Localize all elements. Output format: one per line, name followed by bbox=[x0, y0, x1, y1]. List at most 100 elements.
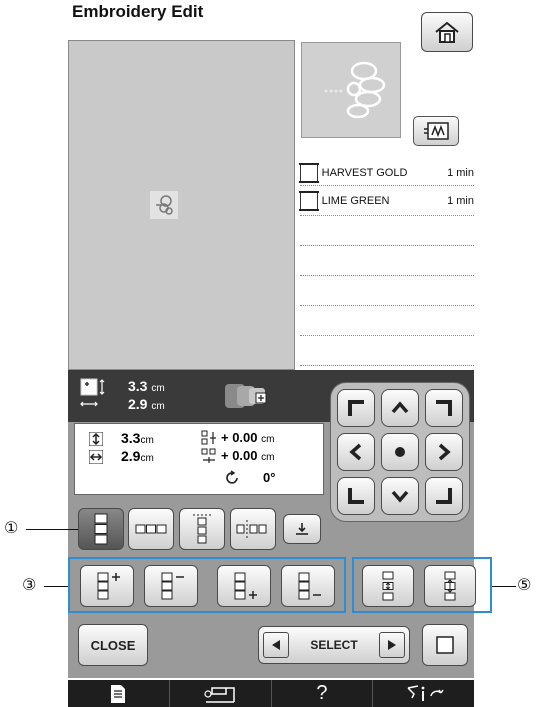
arrow-up-icon bbox=[391, 401, 409, 414]
center-dot-icon bbox=[395, 447, 405, 457]
thread-spool-icon bbox=[299, 190, 319, 211]
spacing-plus-icon bbox=[97, 572, 120, 600]
home-button[interactable] bbox=[421, 12, 473, 52]
nav-document-button[interactable] bbox=[68, 680, 170, 707]
select-previous-button[interactable] bbox=[263, 632, 289, 658]
callout-1-line bbox=[26, 529, 78, 530]
hoop-size-icon bbox=[225, 384, 267, 408]
arrange-down-button[interactable] bbox=[283, 514, 321, 544]
list-item-empty bbox=[300, 306, 474, 336]
increase-spacing-top-button[interactable] bbox=[80, 565, 134, 607]
offset-expand-button[interactable] bbox=[424, 565, 476, 607]
thread-list: HARVEST GOLD 1 min LIME GREEN 1 min bbox=[299, 160, 474, 366]
close-button[interactable]: CLOSE bbox=[78, 624, 148, 666]
question-mark-icon: ? bbox=[316, 682, 328, 704]
width-arrow-icon bbox=[89, 450, 103, 464]
settings-info-icon bbox=[407, 684, 444, 701]
select-next-button[interactable] bbox=[379, 632, 405, 658]
document-icon bbox=[111, 684, 126, 703]
height-arrow-icon bbox=[89, 432, 103, 446]
decrease-spacing-top-button[interactable] bbox=[144, 565, 198, 607]
thread-time: 1 min bbox=[447, 166, 474, 179]
page-title: Embroidery Edit bbox=[72, 2, 204, 21]
bottom-navigation-bar: ? bbox=[68, 680, 474, 707]
move-up-button[interactable] bbox=[381, 389, 419, 427]
callout-3: ③ bbox=[22, 575, 37, 594]
list-item-empty bbox=[300, 216, 474, 246]
arrow-down-left-icon bbox=[348, 488, 364, 504]
move-down-right-button[interactable] bbox=[425, 477, 463, 515]
horizontal-offset-icon bbox=[201, 448, 216, 463]
rotate-icon bbox=[226, 470, 238, 484]
horizontal-spacing-icon bbox=[236, 520, 267, 538]
layout-horizontal-button[interactable] bbox=[128, 508, 174, 550]
frame-outline-button[interactable] bbox=[422, 624, 468, 666]
callout-3-line bbox=[44, 586, 68, 587]
move-right-button[interactable] bbox=[425, 433, 463, 471]
decrease-spacing-bottom-button[interactable] bbox=[281, 565, 335, 607]
list-item[interactable]: LIME GREEN 1 min bbox=[299, 186, 474, 216]
move-down-button[interactable] bbox=[381, 477, 419, 515]
offset-compress-button[interactable] bbox=[362, 565, 414, 607]
home-icon bbox=[435, 21, 459, 43]
arrow-down-right-icon bbox=[436, 488, 452, 504]
square-outline-icon bbox=[436, 636, 454, 654]
info-offset-y-value: + 0.00 bbox=[221, 430, 258, 445]
thread-name: HARVEST GOLD bbox=[321, 166, 408, 179]
vertical-spacing-icon bbox=[193, 514, 211, 544]
info-offset-x-unit: cm bbox=[261, 452, 275, 463]
summary-height-unit: cm bbox=[151, 383, 165, 394]
summary-width: 2.9 cm bbox=[128, 396, 165, 412]
move-up-right-button[interactable] bbox=[425, 389, 463, 427]
info-offset-x-value: + 0.00 bbox=[221, 448, 258, 463]
arrow-up-right-icon bbox=[436, 400, 452, 416]
list-item-empty bbox=[300, 276, 474, 306]
layout-vertical-spacing-button[interactable] bbox=[179, 508, 225, 550]
nav-machine-button[interactable] bbox=[170, 680, 272, 707]
nav-help-button[interactable]: ? bbox=[272, 680, 374, 707]
triangle-right-icon bbox=[388, 640, 396, 650]
layout-horizontal-spacing-button[interactable] bbox=[230, 508, 276, 550]
position-info-box: 3.3cm 2.9cm + 0.00 cm + 0.00 cm 0° bbox=[74, 423, 324, 495]
list-item-empty bbox=[300, 246, 474, 276]
list-item[interactable]: HARVEST GOLD 1 min bbox=[299, 160, 474, 186]
info-height-value: 3.3 bbox=[121, 430, 141, 446]
pattern-preview-icon bbox=[150, 191, 178, 219]
flower-design-icon bbox=[324, 61, 386, 119]
info-offset-y: + 0.00 cm bbox=[221, 430, 274, 445]
move-up-left-button[interactable] bbox=[337, 389, 375, 427]
layout-vertical-button[interactable] bbox=[78, 508, 124, 550]
design-thumbnail bbox=[301, 42, 401, 138]
thread-time: 1 min bbox=[447, 194, 474, 207]
summary-height-value: 3.3 bbox=[128, 378, 148, 394]
info-height-unit: cm bbox=[140, 435, 154, 446]
spacing-plus-bottom-icon bbox=[234, 572, 257, 600]
move-down-left-button[interactable] bbox=[337, 477, 375, 515]
list-item-empty bbox=[300, 336, 474, 366]
info-width-unit: cm bbox=[140, 453, 154, 464]
callout-5-line bbox=[492, 586, 516, 587]
select-control: SELECT bbox=[258, 626, 410, 664]
embroidery-canvas[interactable] bbox=[68, 40, 295, 370]
thread-name: LIME GREEN bbox=[321, 194, 390, 207]
move-left-button[interactable] bbox=[337, 433, 375, 471]
info-width-value: 2.9 bbox=[121, 448, 141, 464]
triangle-left-icon bbox=[272, 640, 280, 650]
move-center-button[interactable] bbox=[381, 433, 419, 471]
callout-5: ⑤ bbox=[517, 575, 532, 594]
offset-expand-icon bbox=[444, 571, 456, 601]
spacing-minus-bottom-icon bbox=[298, 572, 321, 600]
horizontal-row-icon bbox=[135, 524, 167, 534]
thread-spool-icon bbox=[299, 162, 319, 183]
arrow-up-left-icon bbox=[348, 400, 364, 416]
nav-settings-button[interactable] bbox=[373, 680, 474, 707]
position-dpad bbox=[330, 382, 470, 522]
vertical-offset-icon bbox=[201, 430, 216, 445]
increase-spacing-bottom-button[interactable] bbox=[217, 565, 271, 607]
arrow-right-icon bbox=[438, 443, 451, 461]
info-height: 3.3cm bbox=[121, 430, 154, 446]
info-rotation: 0° bbox=[263, 470, 276, 485]
size-icon bbox=[80, 378, 105, 407]
display-mode-button[interactable] bbox=[413, 116, 459, 146]
summary-width-value: 2.9 bbox=[128, 396, 148, 412]
